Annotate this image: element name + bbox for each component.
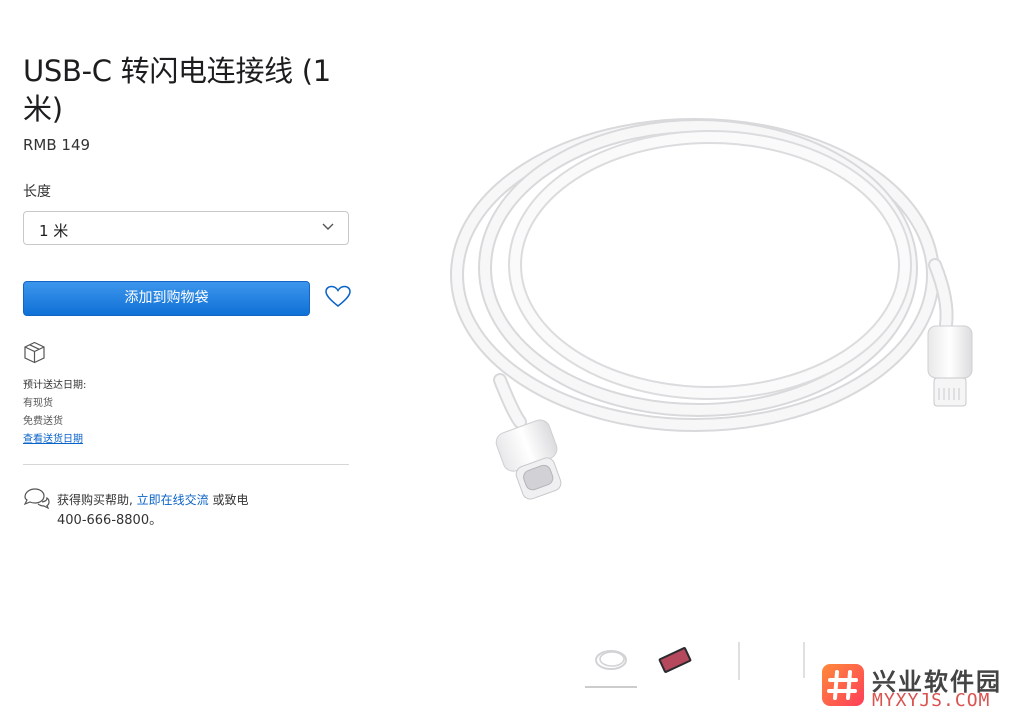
delivery-dates-link[interactable]: 查看送货日期 (23, 430, 83, 445)
length-label: 长度 (23, 184, 51, 200)
product-title: USB-C 转闪电连接线 (1 米) (23, 54, 331, 126)
length-select-value: 1 米 (39, 222, 69, 240)
favorite-heart-icon[interactable] (325, 285, 351, 309)
delivery-estimate-title: 预计送达日期: (23, 380, 87, 391)
chevron-down-icon (322, 223, 334, 230)
product-price: RMB 149 (23, 136, 91, 154)
watermark: 兴业软件园 MYXYJS.COM (822, 662, 1022, 712)
help-suffix: 或致电 (212, 493, 249, 507)
divider (23, 464, 349, 465)
help-prefix: 获得购买帮助, (57, 493, 133, 507)
purchase-help-text: 获得购买帮助, 立即在线交流 或致电 (57, 489, 317, 511)
add-to-bag-button[interactable]: 添加到购物袋 (23, 281, 310, 316)
watermark-domain: MYXYJS.COM (872, 690, 991, 711)
thumbnail-cable-coil[interactable] (585, 640, 637, 688)
thumbnail-cable-side[interactable] (725, 640, 777, 688)
package-box-icon (24, 341, 45, 364)
live-chat-link[interactable]: 立即在线交流 (137, 493, 209, 507)
help-phone: 400-666-8800。 (57, 513, 163, 528)
watermark-logo-icon (822, 664, 864, 706)
chat-bubbles-icon (23, 488, 50, 509)
thumbnail-ipad[interactable] (655, 640, 707, 688)
length-select[interactable]: 1 米 (23, 211, 349, 245)
product-image-cable (450, 118, 973, 500)
stock-status: 有现货 (23, 398, 53, 409)
shipping-fee: 免费送货 (23, 416, 63, 427)
